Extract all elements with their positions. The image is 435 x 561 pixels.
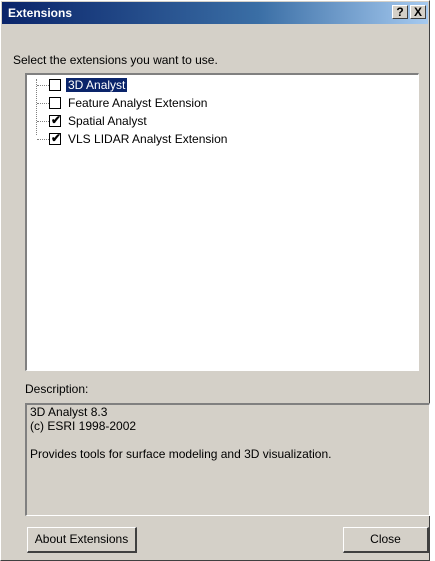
tree-branch	[37, 85, 49, 86]
description-box: 3D Analyst 8.3 (c) ESRI 1998-2002 Provid…	[25, 403, 430, 516]
help-button[interactable]: ?	[392, 5, 408, 19]
title-bar[interactable]: Extensions ? X	[2, 2, 428, 24]
tree-branch	[37, 103, 49, 104]
description-line: Provides tools for surface modeling and …	[30, 447, 332, 461]
extension-item-spatial-analyst[interactable]: ✔ Spatial Analyst	[27, 113, 417, 129]
extensions-list[interactable]: 3D Analyst Feature Analyst Extension ✔ S…	[25, 73, 419, 371]
extension-checkbox[interactable]: ✔	[49, 131, 62, 145]
extension-checkbox[interactable]: ✔	[49, 113, 62, 127]
extension-label: Feature Analyst Extension	[68, 96, 208, 110]
extension-item-feature-analyst[interactable]: Feature Analyst Extension	[27, 95, 417, 111]
extension-item-3d-analyst[interactable]: 3D Analyst	[27, 77, 417, 93]
extensions-dialog: Extensions ? X Select the extensions you…	[0, 0, 430, 561]
prompt-text: Select the extensions you want to use.	[13, 53, 218, 67]
extension-label: VLS LIDAR Analyst Extension	[68, 132, 228, 146]
dialog-title: Extensions	[8, 6, 73, 20]
about-extensions-button[interactable]: About Extensions	[27, 527, 137, 553]
check-mark-icon: ✔	[50, 113, 62, 127]
description-line: 3D Analyst 8.3	[30, 405, 108, 419]
tree-branch	[37, 139, 49, 140]
tree-branch	[37, 121, 49, 122]
description-label: Description:	[25, 382, 89, 396]
title-close-button[interactable]: X	[410, 5, 426, 19]
extension-checkbox[interactable]	[49, 97, 61, 109]
extension-checkbox[interactable]	[49, 79, 61, 91]
extension-label: 3D Analyst	[66, 78, 128, 92]
check-mark-icon: ✔	[50, 131, 62, 145]
extension-item-vls-lidar[interactable]: ✔ VLS LIDAR Analyst Extension	[27, 131, 417, 147]
extension-label: Spatial Analyst	[68, 114, 147, 128]
description-line: (c) ESRI 1998-2002	[30, 419, 137, 433]
close-button[interactable]: Close	[343, 527, 429, 553]
